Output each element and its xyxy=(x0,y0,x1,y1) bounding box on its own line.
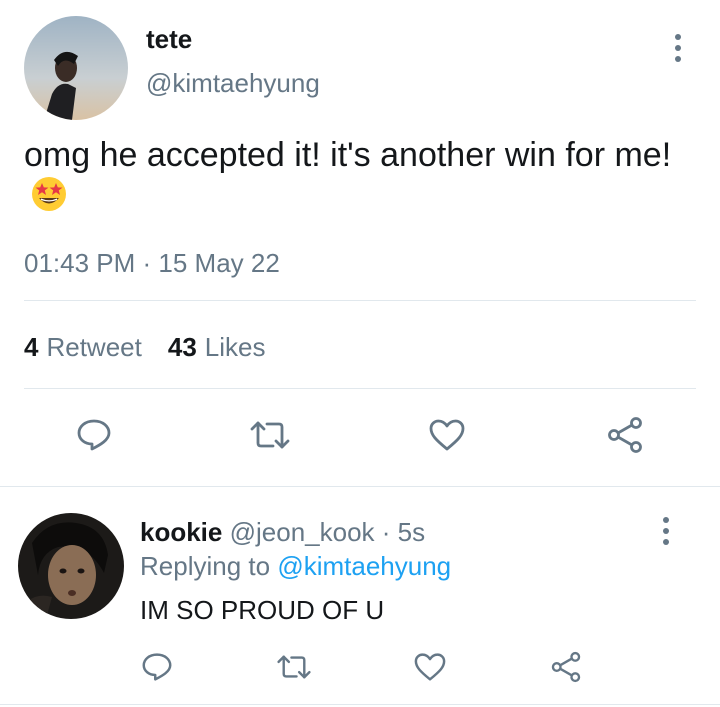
share-icon[interactable] xyxy=(544,645,588,689)
replying-to-link[interactable]: @kimtaehyung xyxy=(277,551,451,581)
reply-text: IM SO PROUD OF U xyxy=(140,595,385,625)
reply-icon[interactable] xyxy=(72,413,116,457)
user-handle[interactable]: @kimtaehyung xyxy=(146,68,320,99)
retweet-label: Retweet xyxy=(46,332,142,362)
avatar[interactable] xyxy=(18,513,124,619)
tweet-body: omg he accepted it! it's another win for… xyxy=(24,136,672,174)
avatar[interactable] xyxy=(24,16,128,120)
retweet-icon[interactable] xyxy=(272,645,316,689)
tweet-stats: 4 Retweet 43 Likes xyxy=(24,332,265,363)
tweet-text: omg he accepted it! it's another win for… xyxy=(24,135,694,222)
retweet-stat[interactable]: 4 Retweet xyxy=(24,332,142,363)
main-tweet: tete @kimtaehyung omg he accepted it! it… xyxy=(0,0,720,487)
timestamp: 01:43 PM · 15 May 22 xyxy=(24,248,280,279)
share-icon[interactable] xyxy=(603,413,647,457)
display-name[interactable]: kookie xyxy=(140,517,222,547)
star-struck-emoji-icon xyxy=(30,175,68,222)
like-count: 43 xyxy=(167,332,197,362)
reply-icon[interactable] xyxy=(135,645,179,689)
divider xyxy=(24,300,696,301)
tweet-time: 01:43 PM xyxy=(24,248,136,278)
date-separator: · xyxy=(135,248,159,278)
user-handle[interactable]: @jeon_kook xyxy=(230,517,375,547)
reply-tweet: kookie @jeon_kook · 5s Replying to @kimt… xyxy=(0,487,720,707)
retweet-icon[interactable] xyxy=(248,413,292,457)
likes-stat[interactable]: 43 Likes xyxy=(168,332,266,363)
reply-time: 5s xyxy=(397,517,426,547)
more-options-icon[interactable] xyxy=(654,511,678,551)
replying-label: Replying to xyxy=(140,551,271,581)
divider xyxy=(0,704,720,705)
heart-icon[interactable] xyxy=(408,645,452,689)
tweet-date: 15 May 22 xyxy=(158,248,280,278)
time-separator: · xyxy=(374,517,398,547)
display-name[interactable]: tete xyxy=(146,24,192,55)
more-options-icon[interactable] xyxy=(666,28,690,68)
replying-to: Replying to @kimtaehyung xyxy=(140,551,451,582)
likes-label: Likes xyxy=(204,332,266,362)
divider xyxy=(24,388,696,389)
retweet-count: 4 xyxy=(24,332,39,362)
heart-icon[interactable] xyxy=(425,413,469,457)
reply-header: kookie @jeon_kook · 5s xyxy=(140,517,425,548)
